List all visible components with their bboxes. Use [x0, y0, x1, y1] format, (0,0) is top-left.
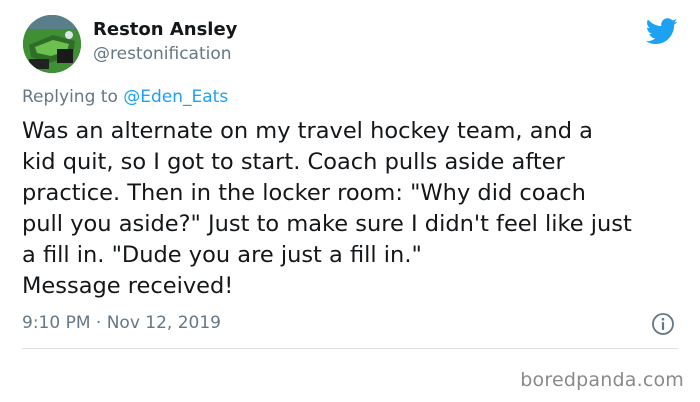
author-name[interactable]: Reston Ansley — [93, 19, 237, 40]
watermark: boredpanda.com — [520, 369, 684, 391]
replying-to: Replying to @Eden_Eats — [22, 87, 228, 107]
tweet-line: practice. Then in the locker room: "Why … — [22, 180, 586, 206]
tweet-timestamp[interactable]: 9:10 PM · Nov 12, 2019 — [22, 313, 221, 333]
avatar[interactable] — [23, 15, 81, 73]
author-handle[interactable]: @restonification — [93, 44, 232, 64]
twitter-bird-icon — [646, 18, 678, 45]
tweet-line: pull you aside?" Just to make sure I did… — [22, 211, 632, 237]
tweet-text: Was an alternate on my travel hockey tea… — [22, 116, 692, 302]
tweet-line: Was an alternate on my travel hockey tea… — [22, 118, 593, 144]
tweet-line: Message received! — [22, 273, 234, 299]
info-icon[interactable] — [651, 312, 675, 336]
tweet-line: a fill in. "Dude you are just a fill in.… — [22, 242, 422, 268]
tweet-line: kid quit, so I got to start. Coach pulls… — [22, 149, 565, 175]
divider — [22, 348, 678, 349]
replying-to-label: Replying to — [22, 87, 124, 107]
reply-mention-link[interactable]: @Eden_Eats — [123, 87, 228, 107]
